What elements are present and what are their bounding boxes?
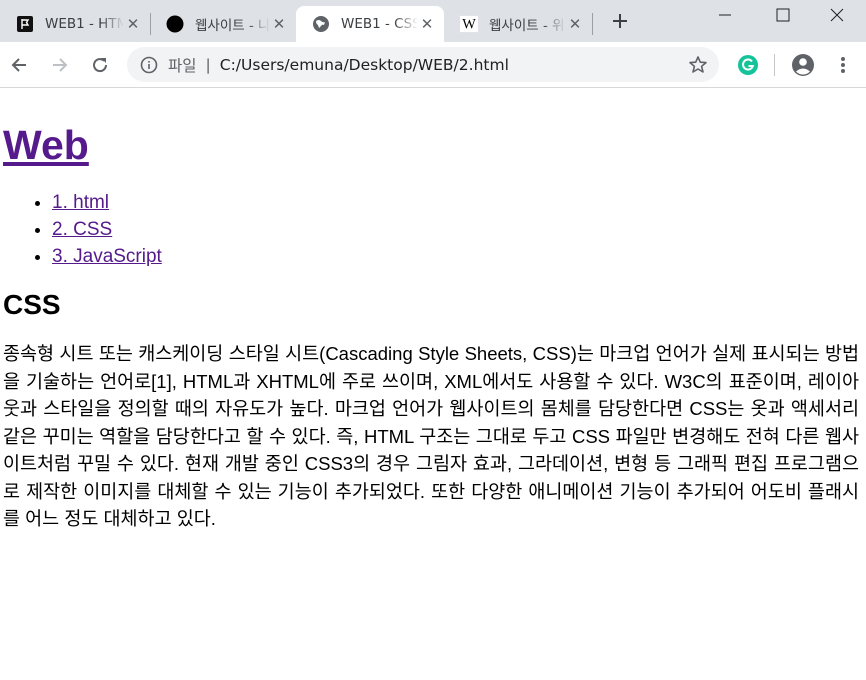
nav-link-css[interactable]: 2. CSS xyxy=(52,219,112,240)
list-item: 3. JavaScript xyxy=(52,243,863,270)
section-heading: CSS xyxy=(3,289,61,320)
url-scheme-label: 파일 xyxy=(168,56,197,75)
page-title: Web xyxy=(3,123,863,167)
menu-button[interactable] xyxy=(829,51,857,79)
nav-link-javascript[interactable]: 3. JavaScript xyxy=(52,246,162,267)
address-bar[interactable]: 파일 | C:/Users/emuna/Desktop/WEB/2.html xyxy=(127,47,719,82)
tab-web1-css[interactable]: WEB1 - CSS ✕ xyxy=(296,6,444,42)
close-icon[interactable]: ✕ xyxy=(124,15,142,33)
profile-button[interactable] xyxy=(789,51,817,79)
tab-title: 웹사이트 - 나무위키 xyxy=(195,18,270,34)
close-icon[interactable]: ✕ xyxy=(566,15,584,33)
new-tab-button[interactable] xyxy=(607,8,633,34)
tab-web1-html[interactable]: WEB1 - HTML ✕ xyxy=(0,6,150,42)
reload-button[interactable] xyxy=(86,51,114,79)
browser-toolbar: 파일 | C:/Users/emuna/Desktop/WEB/2.html xyxy=(0,42,866,88)
list-item: 2. CSS xyxy=(52,216,863,243)
forward-button[interactable] xyxy=(46,51,74,79)
tab-namuwiki[interactable]: 웹사이트 - 나무위키 ✕ xyxy=(150,6,296,42)
info-icon[interactable] xyxy=(139,55,159,75)
tab-separator xyxy=(592,13,593,35)
maximize-button[interactable] xyxy=(754,0,812,30)
reload-icon xyxy=(93,58,108,73)
grammarly-icon xyxy=(738,55,758,75)
tab-title: WEB1 - HTML xyxy=(45,16,124,32)
account-circle-icon xyxy=(792,54,814,76)
close-icon[interactable]: ✕ xyxy=(418,15,436,33)
body-paragraph: 종속형 시트 또는 캐스케이딩 스타일 시트(Cascading Style S… xyxy=(3,343,859,529)
globe-icon xyxy=(312,15,330,33)
page-content: Web 1. html 2. CSS 3. JavaScript CSS 종속형… xyxy=(0,89,866,680)
maximize-icon xyxy=(776,8,790,22)
back-arrow-icon xyxy=(11,58,26,72)
tab-title: 웹사이트 - 위키백과 xyxy=(489,18,566,34)
url-text[interactable]: C:/Users/emuna/Desktop/WEB/2.html xyxy=(220,56,509,74)
nav-list: 1. html 2. CSS 3. JavaScript xyxy=(3,189,863,270)
toolbar-divider xyxy=(774,54,775,76)
tab-wikipedia[interactable]: W 웹사이트 - 위키백과 ✕ xyxy=(444,6,592,42)
kebab-menu-icon xyxy=(841,57,845,73)
forward-arrow-icon xyxy=(53,58,68,72)
tab-strip: WEB1 - HTML ✕ 웹사이트 - 나무위키 ✕ WEB1 - CSS ✕… xyxy=(0,0,866,42)
list-item: 1. html xyxy=(52,189,863,216)
bookmark-star-icon[interactable] xyxy=(687,54,709,76)
minimize-icon xyxy=(719,14,731,16)
minimize-button[interactable] xyxy=(696,0,754,30)
nav-link-html[interactable]: 1. html xyxy=(52,192,109,213)
close-icon[interactable]: ✕ xyxy=(270,15,288,33)
svg-text:W: W xyxy=(462,17,476,33)
tab-title: WEB1 - CSS xyxy=(341,16,418,32)
grammarly-extension-button[interactable] xyxy=(734,51,762,79)
page-title-link[interactable]: Web xyxy=(3,122,89,168)
close-window-button[interactable] xyxy=(808,0,866,30)
github-flag-icon xyxy=(16,15,34,33)
close-window-icon xyxy=(830,8,844,22)
black-circle-icon xyxy=(166,15,184,33)
wikipedia-icon: W xyxy=(460,15,478,33)
back-button[interactable] xyxy=(5,51,33,79)
url-separator: | xyxy=(205,55,211,74)
